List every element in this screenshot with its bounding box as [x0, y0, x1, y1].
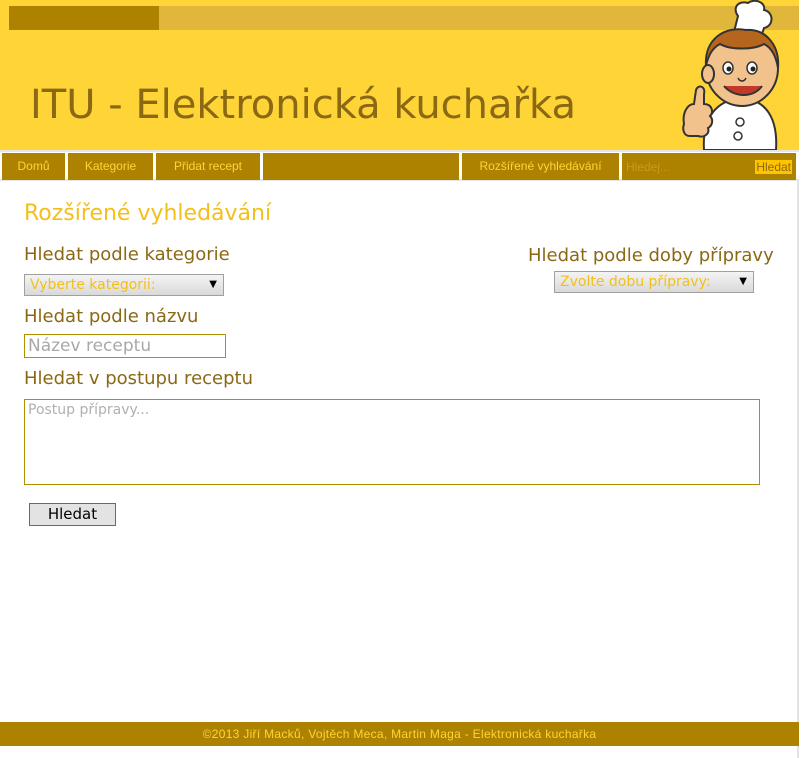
main-navigation: Domů Kategorie Přidat recept Rozšířené v…: [0, 150, 799, 181]
nav-add-recipe[interactable]: Přidat recept: [156, 153, 260, 180]
category-select-value: Vyberte kategorii:: [30, 277, 156, 293]
dropdown-arrow-icon: ▼: [209, 279, 217, 290]
nav-search-button[interactable]: Hledat: [755, 160, 792, 174]
procedure-textarea[interactable]: [24, 399, 760, 485]
header-bar-dark: [9, 6, 159, 30]
category-select[interactable]: Vyberte kategorii: ▼: [24, 274, 224, 296]
category-label: Hledat podle kategorie: [24, 244, 230, 265]
name-label: Hledat podle názvu: [24, 306, 199, 327]
nav-spacer: [263, 153, 459, 180]
duration-select[interactable]: Zvolte dobu přípravy: ▼: [554, 271, 754, 293]
chef-mascot-icon: [682, 0, 780, 150]
page: ITU - Elektronická kuchařka Domů Kategor…: [0, 0, 799, 758]
nav-home[interactable]: Domů: [2, 153, 65, 180]
nav-categories[interactable]: Kategorie: [68, 153, 153, 180]
nav-search: Hledat: [622, 153, 796, 180]
duration-select-value: Zvolte dobu přípravy:: [560, 274, 711, 290]
nav-search-input[interactable]: [626, 157, 752, 176]
page-title: Rozšířené vyhledávání: [24, 201, 272, 226]
duration-label: Hledat podle doby přípravy: [528, 245, 774, 266]
site-header: ITU - Elektronická kuchařka: [0, 0, 799, 150]
recipe-name-input[interactable]: [24, 334, 226, 358]
procedure-label: Hledat v postupu receptu: [24, 368, 253, 389]
site-title: ITU - Elektronická kuchařka: [30, 82, 576, 128]
site-footer: ©2013 Jiří Macků, Vojtěch Meca, Martin M…: [0, 722, 799, 746]
nav-advanced-search[interactable]: Rozšířené vyhledávání: [462, 153, 619, 180]
search-submit-button[interactable]: Hledat: [29, 503, 116, 526]
dropdown-arrow-icon: ▼: [739, 276, 747, 287]
